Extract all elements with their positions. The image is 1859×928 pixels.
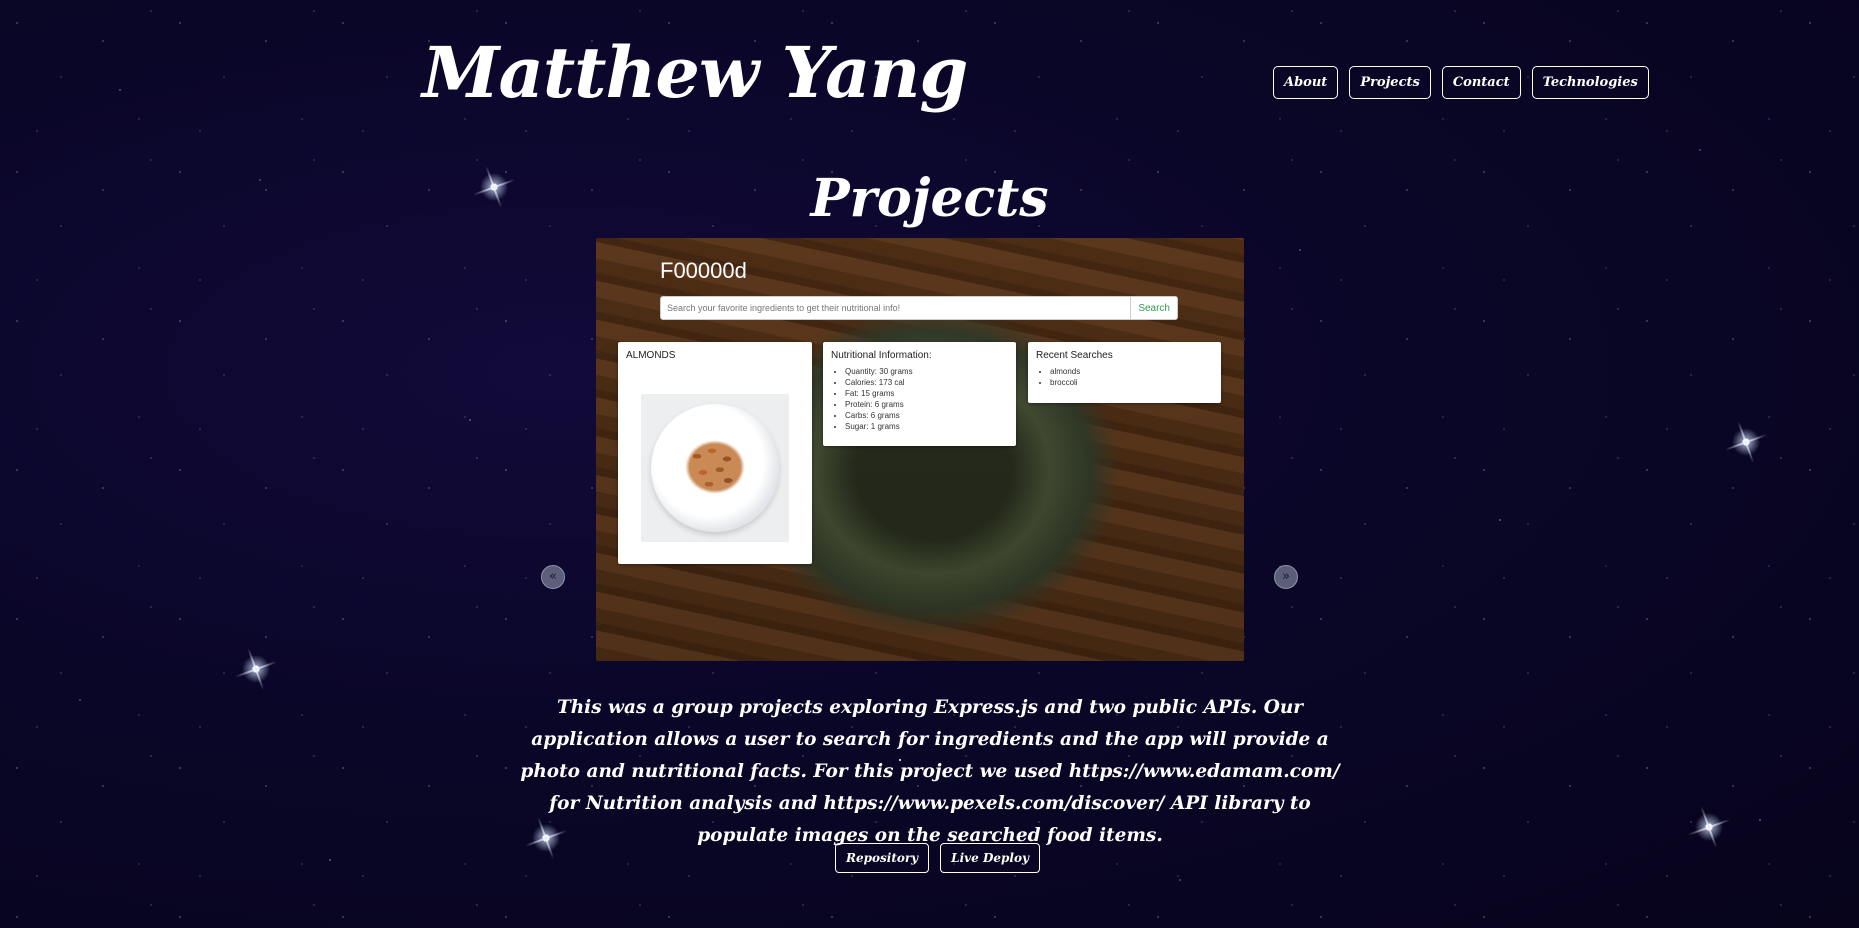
project-screenshot: F00000d Search ALMONDS Nutritional Infor…: [596, 238, 1244, 661]
nutrition-card: Nutritional Information: Quantity: 30 gr…: [823, 342, 1016, 446]
section-title: Projects: [810, 168, 1049, 229]
carousel-prev-button[interactable]: «: [541, 565, 565, 589]
chevron-right-icon: »: [1282, 569, 1290, 584]
screenshot-search-input: [661, 303, 1131, 313]
nutrition-list: Quantity: 30 grams Calories: 173 cal Fat…: [823, 366, 1016, 432]
chevron-left-icon: «: [549, 569, 557, 584]
app-name: F00000d: [660, 258, 747, 283]
recent-searches-title: Recent Searches: [1036, 350, 1113, 361]
nutrition-item: Protein: 6 grams: [845, 399, 1016, 410]
project-links: Repository Live Deploy: [835, 843, 1040, 873]
star-flare: [1689, 807, 1729, 847]
recent-searches-list: almonds broccoli: [1028, 366, 1221, 388]
nav-about-button[interactable]: About: [1273, 66, 1339, 99]
screenshot-search-button: Search: [1130, 297, 1177, 319]
nutrition-card-title: Nutritional Information:: [831, 350, 932, 361]
star-flare: [1726, 422, 1766, 462]
nav-technologies-button[interactable]: Technologies: [1531, 66, 1649, 99]
nutrition-item: Calories: 173 cal: [845, 377, 1016, 388]
recent-search-item: broccoli: [1050, 377, 1221, 388]
screenshot-search-bar: Search: [660, 296, 1178, 320]
project-description: This was a group projects exploring Expr…: [520, 697, 1340, 846]
site-title: Matthew Yang: [422, 31, 968, 114]
nutrition-item: Sugar: 1 grams: [845, 421, 1016, 432]
nutrition-item: Quantity: 30 grams: [845, 366, 1016, 377]
carousel-next-button[interactable]: »: [1274, 565, 1298, 589]
food-photo: [641, 394, 789, 542]
almonds-image: [685, 440, 745, 494]
result-card-title: ALMONDS: [626, 350, 676, 361]
star-flare: [236, 649, 276, 689]
nav-contact-button[interactable]: Contact: [1441, 66, 1521, 99]
result-card: ALMONDS: [618, 342, 812, 564]
nutrition-item: Carbs: 6 grams: [845, 410, 1016, 421]
recent-searches-card: Recent Searches almonds broccoli: [1028, 342, 1221, 403]
recent-search-item: almonds: [1050, 366, 1221, 377]
nutrition-item: Fat: 15 grams: [845, 388, 1016, 399]
nav-projects-button[interactable]: Projects: [1349, 66, 1431, 99]
live-deploy-button[interactable]: Live Deploy: [940, 843, 1040, 873]
repository-button[interactable]: Repository: [835, 843, 930, 873]
project-carousel-slide: F00000d Search ALMONDS Nutritional Infor…: [596, 238, 1244, 661]
main-nav: About Projects Contact Technologies: [1273, 66, 1649, 99]
